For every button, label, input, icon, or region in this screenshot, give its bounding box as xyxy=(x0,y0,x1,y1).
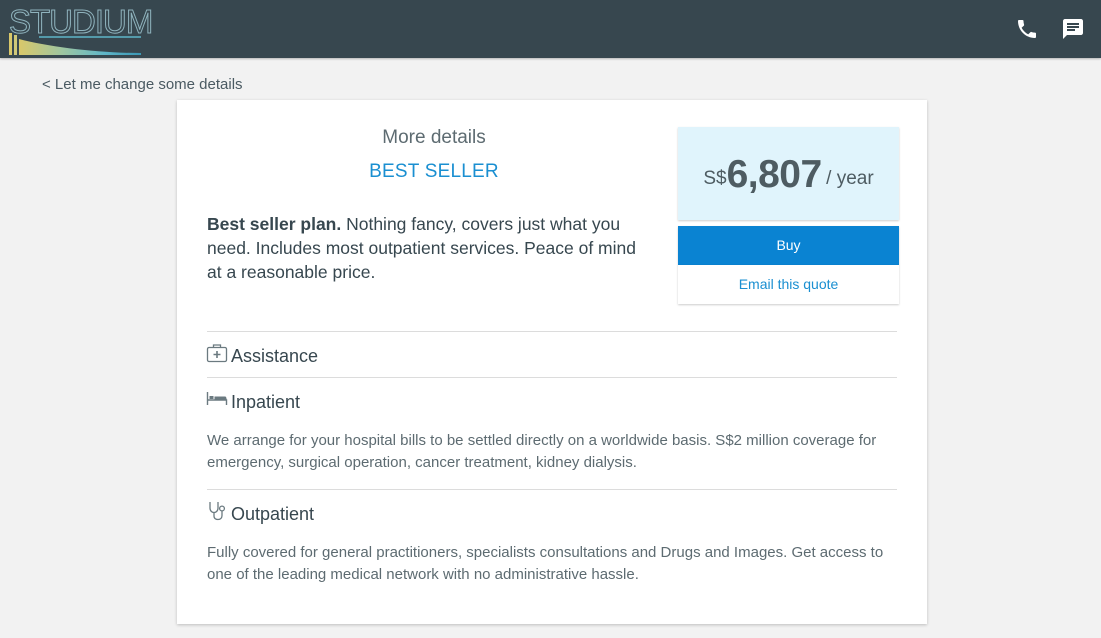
stethoscope-icon xyxy=(209,502,226,521)
price-box: S$6,807 / year xyxy=(678,127,899,220)
phone-icon[interactable] xyxy=(1015,17,1039,41)
plan-heading: More details xyxy=(382,127,486,148)
plan-badge: BEST SELLER xyxy=(369,161,499,182)
email-quote-button[interactable]: Email this quote xyxy=(678,265,899,304)
section-title-assistance[interactable]: Assistance xyxy=(231,345,318,367)
divider xyxy=(207,331,897,332)
back-link[interactable]: < Let me change some details xyxy=(42,76,243,94)
buy-button[interactable]: Buy xyxy=(678,226,899,265)
section-text-inpatient: We arrange for your hospital bills to be… xyxy=(207,432,877,471)
price-period: / year xyxy=(826,168,874,189)
studium-logo[interactable]: STUDIUM xyxy=(8,4,154,57)
section-text-outpatient: Fully covered for general practitioners,… xyxy=(207,544,884,583)
plan-description: Best seller plan. Nothing fancy, covers … xyxy=(207,212,652,284)
logo-graphic xyxy=(9,33,141,55)
bed-icon xyxy=(206,392,228,405)
divider xyxy=(207,489,897,490)
section-title-outpatient[interactable]: Outpatient xyxy=(231,503,314,525)
top-bar: STUDIUM xyxy=(0,0,1101,58)
section-title-inpatient[interactable]: Inpatient xyxy=(231,391,300,413)
price-amount: 6,807 xyxy=(726,153,823,196)
price-currency: S$ xyxy=(703,168,727,189)
divider xyxy=(207,377,897,378)
chat-icon[interactable] xyxy=(1061,17,1085,41)
plan-description-bold: Best seller plan. xyxy=(207,214,342,234)
price-display: S$6,807 / year xyxy=(678,153,899,197)
medical-kit-icon xyxy=(206,344,228,363)
